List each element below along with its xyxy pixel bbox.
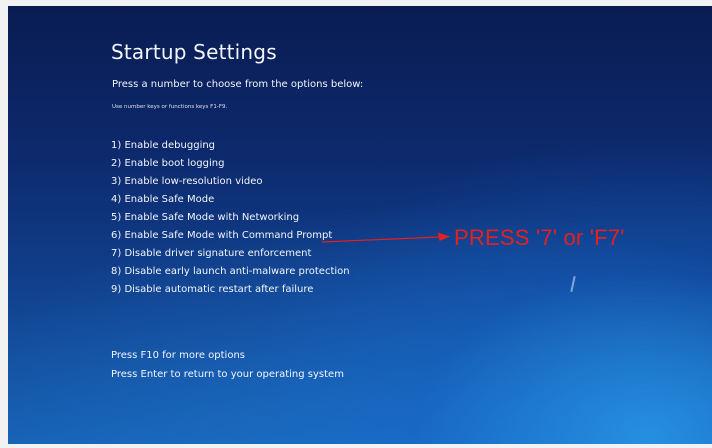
startup-options-list: 1) Enable debugging 2) Enable boot loggi…: [111, 137, 350, 299]
option-low-resolution-video[interactable]: 3) Enable low-resolution video: [111, 173, 350, 191]
press-7-annotation: PRESS '7' or 'F7': [454, 225, 625, 250]
option-disable-driver-signature[interactable]: 7) Disable driver signature enforcement: [111, 245, 350, 263]
screen-glare: [570, 275, 576, 293]
option-safe-mode-command-prompt[interactable]: 6) Enable Safe Mode with Command Prompt: [111, 227, 350, 245]
more-options-text[interactable]: Press F10 for more options: [111, 350, 245, 361]
return-to-os-text[interactable]: Press Enter to return to your operating …: [111, 369, 344, 380]
instruction-text: Press a number to choose from the option…: [112, 79, 364, 90]
photo-frame: Startup Settings Press a number to choos…: [0, 0, 712, 448]
red-arrow-annotation: [322, 232, 450, 243]
option-safe-mode[interactable]: 4) Enable Safe Mode: [111, 191, 350, 209]
option-enable-boot-logging[interactable]: 2) Enable boot logging: [111, 155, 350, 173]
option-safe-mode-networking[interactable]: 5) Enable Safe Mode with Networking: [111, 209, 350, 227]
option-disable-auto-restart[interactable]: 9) Disable automatic restart after failu…: [111, 281, 350, 299]
page-title: Startup Settings: [111, 40, 277, 64]
keys-hint: Use number keys or functions keys F1-F9.: [112, 104, 228, 110]
option-disable-early-launch-antimalware[interactable]: 8) Disable early launch anti-malware pro…: [111, 263, 350, 281]
option-enable-debugging[interactable]: 1) Enable debugging: [111, 137, 350, 155]
